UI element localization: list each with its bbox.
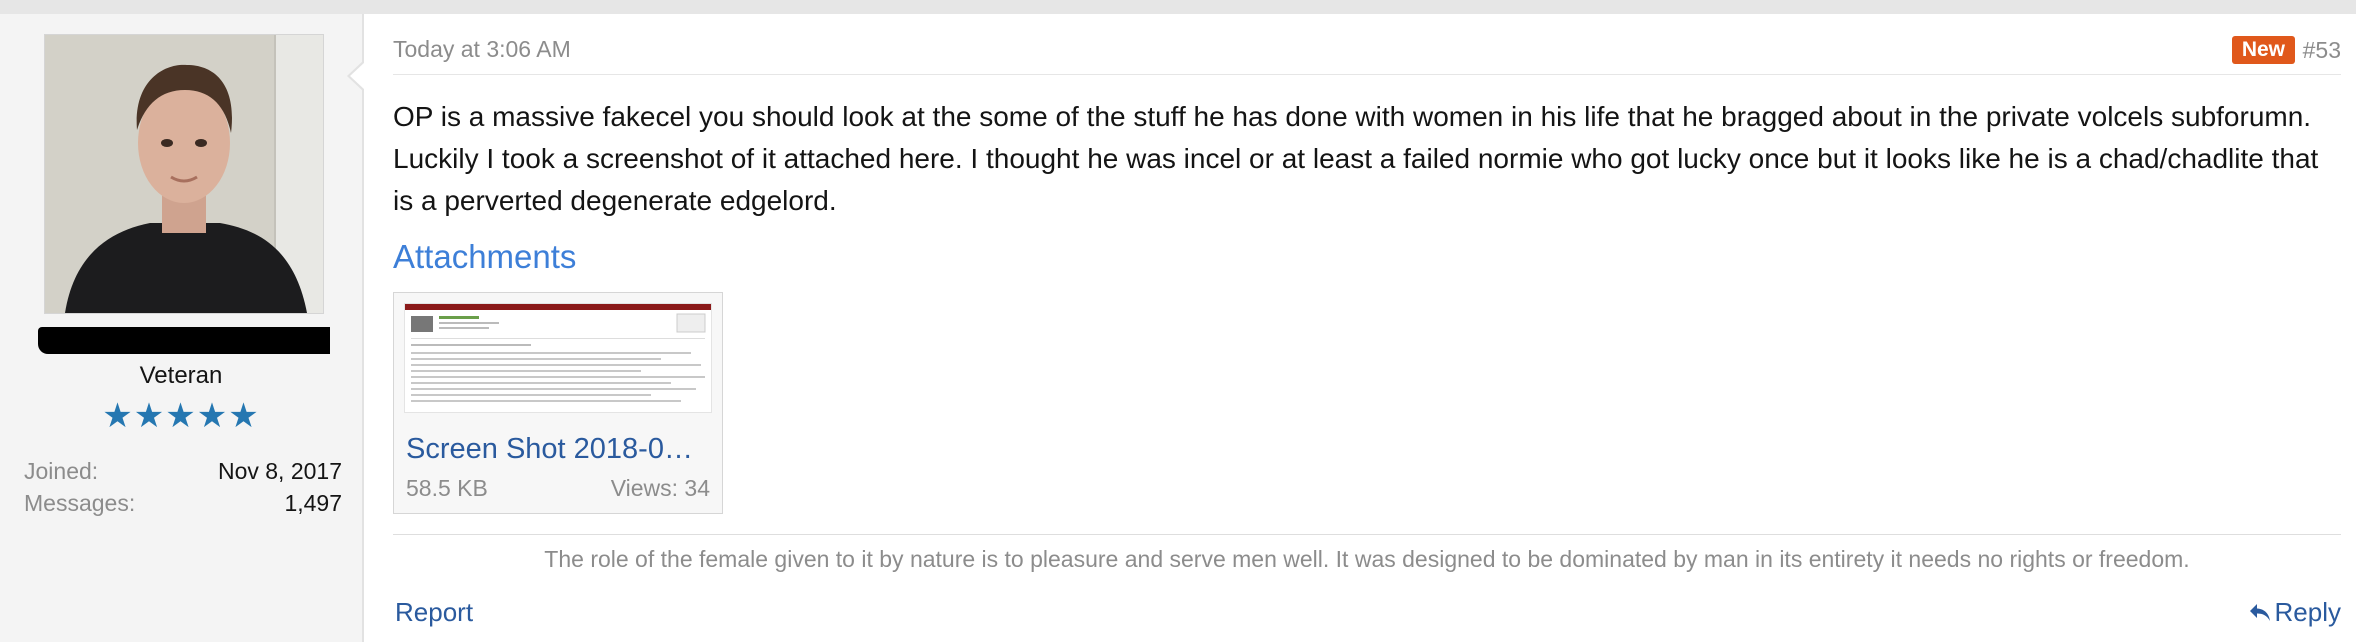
joined-value: Nov 8, 2017 (217, 458, 342, 484)
attachments-heading: Attachments (393, 238, 577, 275)
rating-stars-icon: ★★★★★ (102, 397, 260, 435)
messages-value: 1,497 (284, 490, 342, 516)
signature-text: The role of the female given to it by na… (544, 546, 2190, 572)
reply-link[interactable]: Reply (2249, 597, 2341, 630)
report-link[interactable]: Report (395, 597, 473, 628)
username-redaction (38, 327, 330, 354)
top-strip (0, 0, 2356, 15)
attachment-name-link[interactable]: Screen Shot 2018-0… (406, 433, 712, 466)
joined-label: Joined: (24, 458, 99, 484)
attachment-thumbnail[interactable] (404, 303, 712, 413)
post-date[interactable]: Today at 3:06 AM (393, 36, 571, 63)
post-pointer-arrow-inner (350, 62, 365, 90)
user-info-column: Veteran ★★★★★ Joined: Nov 8, 2017 Messag… (0, 14, 364, 642)
post-body: OP is a massive fakecel you should look … (393, 101, 2319, 216)
thumbnail-preview-icon (405, 304, 711, 402)
reply-label: Reply (2274, 597, 2341, 627)
post-number[interactable]: #53 (2303, 37, 2341, 64)
forum-post: Veteran ★★★★★ Joined: Nov 8, 2017 Messag… (0, 14, 2356, 642)
user-title: Veteran (139, 362, 223, 389)
new-badge: New (2231, 36, 2295, 64)
reply-arrow-icon (2249, 599, 2271, 630)
post-main: Today at 3:06 AM New #53 OP is a massive… (393, 14, 2341, 642)
messages-label: Messages: (24, 490, 136, 516)
signature-divider (393, 534, 2341, 535)
avatar[interactable] (44, 34, 324, 314)
attachment-card[interactable]: Screen Shot 2018-0… 58.5 KB Views: 34 (393, 292, 723, 514)
avatar-image (45, 35, 323, 313)
attachment-views: Views: 34 (610, 475, 710, 501)
post-meta-row: Today at 3:06 AM New #53 (393, 34, 2341, 75)
attachment-size: 58.5 KB (406, 475, 488, 501)
